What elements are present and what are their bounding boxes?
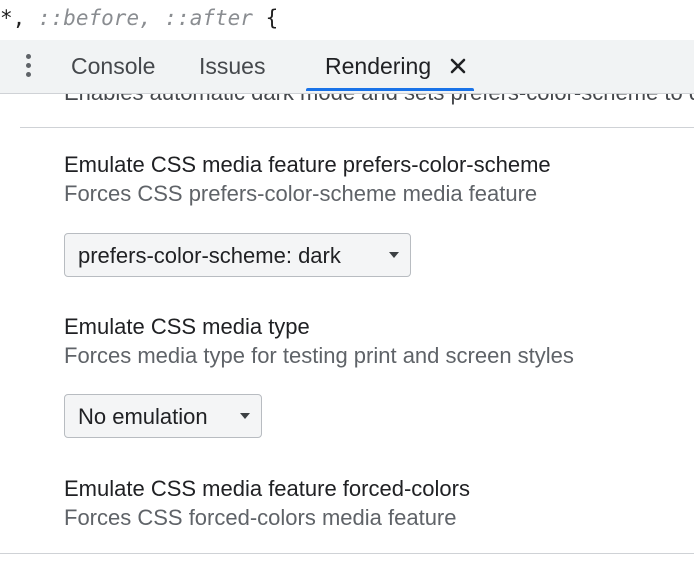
open-brace: {	[265, 6, 279, 30]
drawer-tab-bar: Console Issues Rendering	[0, 40, 694, 94]
media-type-value: No emulation	[78, 404, 208, 429]
triangle-down-icon	[389, 252, 399, 258]
active-tab-indicator	[306, 88, 474, 91]
auto-dark-mode-description: Enables automatic dark mode and sets pre…	[64, 94, 694, 106]
css-rule-selector-line: *, ::before, ::after {	[0, 0, 694, 41]
close-icon[interactable]	[447, 54, 469, 78]
tab-console[interactable]: Console	[71, 40, 155, 93]
universal-selector: *,	[0, 6, 26, 30]
devtools-window: *, ::before, ::after { Console Issues Re…	[0, 0, 694, 572]
kebab-vertical-icon[interactable]	[20, 52, 38, 80]
prefers-color-scheme-value: prefers-color-scheme: dark	[78, 243, 341, 268]
media-type-title: Emulate CSS media type	[64, 314, 310, 339]
media-type-select[interactable]: No emulation	[64, 394, 262, 438]
prefers-color-scheme-select[interactable]: prefers-color-scheme: dark	[64, 233, 411, 277]
rendering-panel: Enables automatic dark mode and sets pre…	[0, 94, 694, 572]
tab-issues[interactable]: Issues	[199, 40, 265, 93]
forced-colors-description: Forces CSS forced-colors media feature	[64, 505, 457, 530]
pseudo-after-selector: ::after	[164, 6, 253, 30]
media-type-description: Forces media type for testing print and …	[64, 343, 574, 368]
prefers-color-scheme-description: Forces CSS prefers-color-scheme media fe…	[64, 181, 538, 206]
triangle-down-icon	[240, 413, 250, 419]
prefers-color-scheme-title: Emulate CSS media feature prefers-color-…	[64, 152, 551, 177]
section-divider	[20, 127, 694, 128]
tab-rendering[interactable]: Rendering	[325, 40, 431, 93]
pseudo-before-selector: ::before,	[37, 6, 152, 30]
forced-colors-title: Emulate CSS media feature forced-colors	[64, 476, 470, 501]
section-divider	[0, 553, 694, 554]
